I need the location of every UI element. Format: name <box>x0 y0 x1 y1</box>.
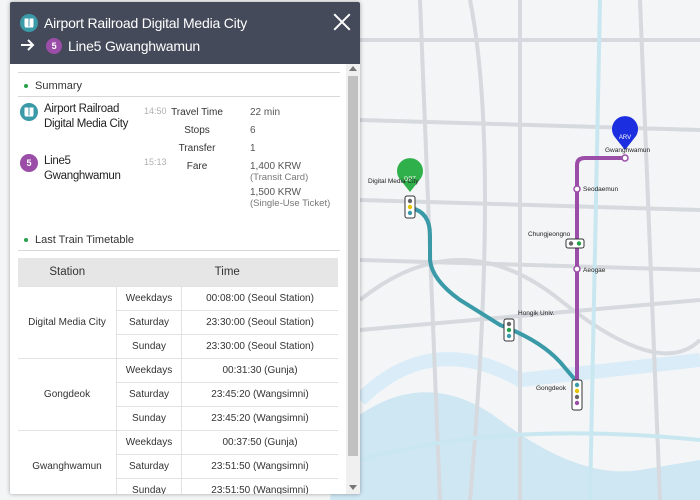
day-cell: Weekdays <box>116 286 182 311</box>
day-cell: Saturday <box>116 454 182 479</box>
line5-badge-icon: 5 <box>20 154 38 172</box>
map-label-gongdeok: Gongdeok <box>536 385 567 392</box>
destination-station-title: Line5 Gwanghwamun <box>68 38 201 54</box>
time-cell: 00:08:00 (Seoul Station) <box>181 286 338 311</box>
fare-single-value: 1,500 KRW <box>250 187 301 198</box>
transfer-label: Transfer <box>178 143 216 154</box>
svg-text:ARV: ARV <box>619 135 631 141</box>
destination-row: 5 Line5 Gwanghwamun <box>20 38 200 54</box>
arex-badge-icon <box>20 103 38 121</box>
bullet-icon <box>24 84 28 88</box>
map-label-hongik: Hongik Univ. <box>518 310 555 317</box>
arex-badge-icon <box>20 14 38 32</box>
transfer-value: 1 <box>250 143 256 154</box>
day-cell: Sunday <box>116 406 182 431</box>
station-dot-aeogae <box>573 265 581 273</box>
timetable-title: Last Train Timetable <box>24 234 134 246</box>
arrow-right-icon <box>20 38 36 54</box>
line5-badge-icon: 5 <box>46 38 62 54</box>
stops-value: 6 <box>250 125 256 136</box>
map-label-dmc: Digital Media City <box>368 178 419 185</box>
day-cell: Sunday <box>116 334 182 359</box>
divider <box>18 96 340 97</box>
origin-station-title: Airport Railroad Digital Media City <box>44 15 248 31</box>
time-cell: 23:30:00 (Seoul Station) <box>181 334 338 359</box>
stops-label: Stops <box>184 125 210 136</box>
scroll-thumb[interactable] <box>348 76 358 456</box>
time-cell: 00:31:30 (Gunja) <box>181 358 338 383</box>
station-cell: Gwanghwamun <box>18 430 117 494</box>
panel-header: Airport Railroad Digital Media City 5 Li… <box>10 2 360 64</box>
day-cell: Weekdays <box>116 358 182 383</box>
table-row: Gwanghwamun Weekdays 00:37:50 (Gunja) <box>18 430 338 494</box>
signal-chungjeongno-icon <box>565 238 585 249</box>
time-cell: 00:37:50 (Gunja) <box>181 430 338 455</box>
divider <box>18 72 340 73</box>
station-cell: Digital Media City <box>18 286 117 359</box>
day-cell: Weekdays <box>116 430 182 455</box>
table-row: Digital Media City Weekdays 00:08:00 (Se… <box>18 286 338 359</box>
scroll-up-icon[interactable] <box>349 66 357 71</box>
signal-gongdeok-icon <box>571 379 583 411</box>
day-cell: Sunday <box>116 478 182 494</box>
map-label-gwanghwamun: Gwanghwamun <box>605 147 651 154</box>
scroll-down-icon[interactable] <box>349 485 357 490</box>
travel-time-label: Travel Time <box>171 107 223 118</box>
summary-to-station: 5 Line5 Gwanghwamun <box>20 154 121 184</box>
travel-time-value: 22 min <box>250 107 281 118</box>
column-header-time: Time <box>116 258 338 287</box>
divider <box>18 250 340 251</box>
fare-single-note: (Single-Use Ticket) <box>250 198 331 209</box>
table-row: Gongdeok Weekdays 00:31:30 (Gunja) <box>18 358 338 431</box>
fare-transit-value: 1,400 KRW <box>250 161 301 172</box>
signal-dmc-icon <box>404 195 416 219</box>
panel-scrollbar[interactable] <box>346 64 360 494</box>
time-cell: 23:30:00 (Seoul Station) <box>181 310 338 335</box>
last-train-table: Station Time Digital Media City Weekdays… <box>18 258 338 494</box>
time-cell: 23:45:20 (Wangsimni) <box>181 382 338 407</box>
panel-body: Summary Airport Railroad Digital Media C… <box>10 64 346 494</box>
day-cell: Saturday <box>116 382 182 407</box>
map-label-aeogae: Aeogae <box>583 267 606 274</box>
close-button[interactable] <box>332 12 352 32</box>
fare-transit-note: (Transit Card) <box>250 172 309 183</box>
map-label-seodaemun: Seodaemun <box>583 186 618 193</box>
bullet-icon <box>24 238 28 242</box>
station-dot-seodaemun <box>573 185 581 193</box>
column-header-station: Station <box>18 258 117 287</box>
origin-row: Airport Railroad Digital Media City <box>20 14 247 32</box>
map-label-chungjeongno: Chungjeongno <box>528 231 571 238</box>
summary-from-station: Airport Railroad Digital Media City <box>20 102 128 132</box>
station-cell: Gongdeok <box>18 358 117 431</box>
fare-label: Fare <box>186 161 208 172</box>
time-cell: 23:51:50 (Wangsimni) <box>181 478 338 494</box>
signal-hongik-icon <box>503 318 515 342</box>
day-cell: Saturday <box>116 310 182 335</box>
summary-title: Summary <box>24 80 82 92</box>
time-cell: 23:45:20 (Wangsimni) <box>181 406 338 431</box>
station-dot-gwanghwamun <box>621 154 629 162</box>
time-cell: 23:51:50 (Wangsimni) <box>181 454 338 479</box>
route-info-panel: Airport Railroad Digital Media City 5 Li… <box>10 2 360 494</box>
